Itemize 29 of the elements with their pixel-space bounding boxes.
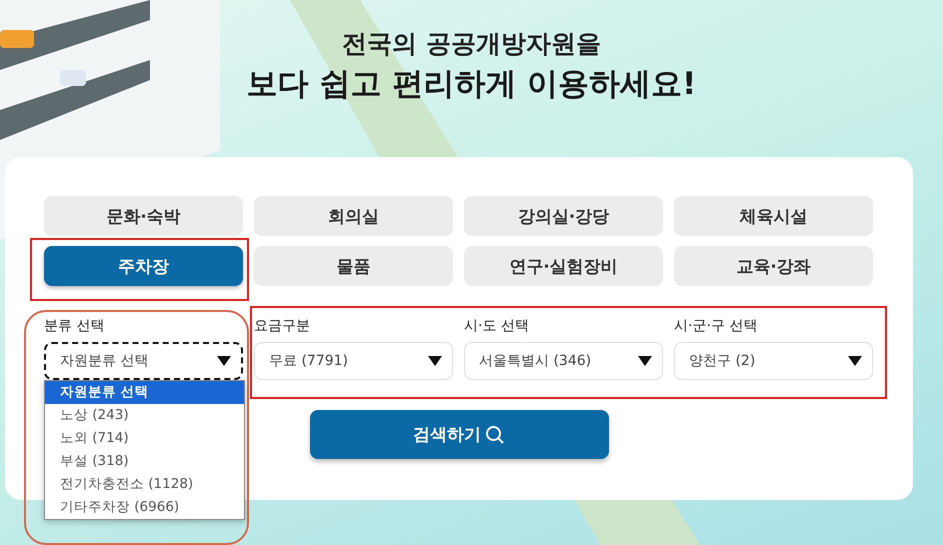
filter-label: 시·군·구 선택 [674, 317, 758, 336]
category-tab[interactable]: 강의실·강당 [464, 196, 663, 236]
caret-icon [638, 356, 652, 366]
dropdown-option[interactable]: 자원분류 선택 [45, 381, 244, 404]
search-icon [485, 424, 505, 444]
category-tab[interactable]: 주차장 [44, 246, 243, 286]
select-field[interactable]: 양천구 (2) [674, 342, 873, 380]
caret-icon [848, 356, 862, 366]
search-button[interactable]: 검색하기 [310, 410, 608, 459]
dropdown-option[interactable]: 기타주차장 (6966) [45, 496, 244, 519]
caret-icon [428, 356, 442, 366]
headline: 보다 쉽고 편리하게 이용하세요! [246, 65, 696, 104]
filter-label: 시·도 선택 [464, 317, 530, 336]
filter-label: 요금구분 [254, 317, 311, 336]
category-tab[interactable]: 체육시설 [674, 196, 873, 236]
dropdown-option[interactable]: 노외 (714) [45, 427, 244, 450]
dropdown-option[interactable]: 전기차충전소 (1128) [45, 473, 244, 496]
select-field[interactable]: 무료 (7791) [254, 342, 453, 380]
category-tab[interactable]: 물품 [254, 246, 453, 286]
headline: 전국의 공공개방자원을 [342, 28, 601, 60]
dropdown-option[interactable]: 노상 (243) [45, 404, 244, 427]
category-tab[interactable]: 교육·강좌 [674, 246, 873, 286]
category-tab[interactable]: 연구·실험장비 [464, 246, 663, 286]
filter-label: 분류 선택 [44, 317, 106, 336]
caret-icon [217, 356, 231, 366]
select-field[interactable]: 서울특별시 (346) [464, 342, 663, 380]
category-tab[interactable]: 회의실 [254, 196, 453, 236]
dropdown-option[interactable]: 부설 (318) [45, 450, 244, 473]
category-tab[interactable]: 문화·숙박 [44, 196, 243, 236]
